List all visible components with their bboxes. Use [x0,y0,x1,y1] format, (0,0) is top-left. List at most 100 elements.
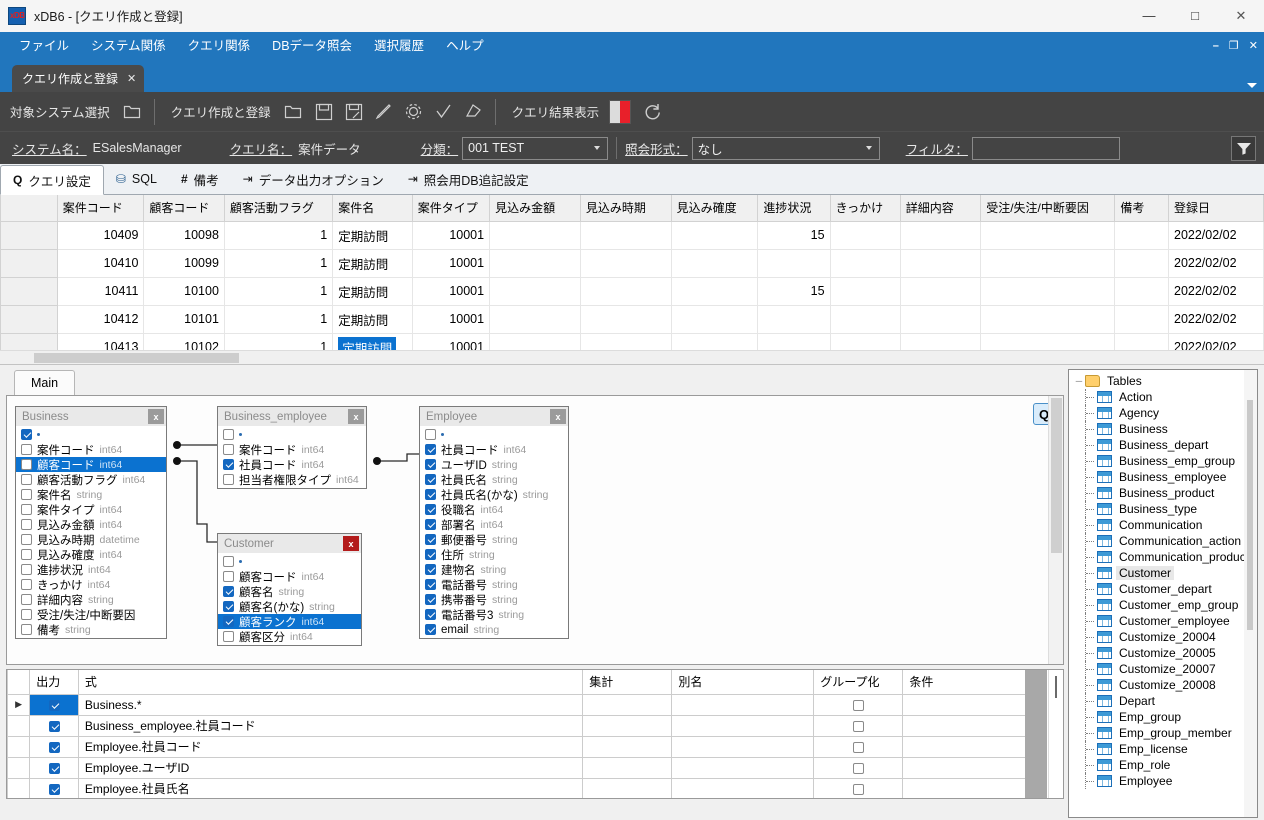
table-cell[interactable] [829,248,901,278]
field-checkbox[interactable] [223,586,234,597]
table-cell[interactable]: 1 [223,276,334,306]
diagram-field-row[interactable]: email string [420,622,568,637]
field-checkbox[interactable] [21,564,32,575]
condition-cell[interactable] [902,693,1033,716]
menu-file[interactable]: ファイル [8,32,80,60]
row-selector[interactable] [0,220,58,250]
expression-cell[interactable]: Business.* [77,693,584,716]
table-cell[interactable]: 10100 [143,276,225,306]
tab-notes[interactable]: # 備考 [169,164,231,194]
output-checkbox-cell[interactable] [29,756,79,779]
tree-vertical-scrollbar[interactable] [1244,370,1257,817]
menu-history[interactable]: 選択履歴 [363,32,435,60]
group-checkbox-cell[interactable] [813,777,904,798]
field-checkbox[interactable] [223,474,234,485]
row-marker[interactable]: ▶ [7,693,31,716]
condition-cell[interactable] [902,756,1033,779]
tree-item-customize_20005[interactable]: Customize_20005 [1073,645,1257,661]
filter-icon[interactable] [1231,135,1256,161]
tree-item-business_type[interactable]: Business_type [1073,501,1257,517]
diagram-field-row[interactable]: 見込み金額 int64 [16,517,166,532]
field-checkbox[interactable] [21,504,32,515]
tree-item-customer_emp_group[interactable]: Customer_emp_group [1073,597,1257,613]
tree-item-emp_group[interactable]: Emp_group [1073,709,1257,725]
diagram-tab-main[interactable]: Main [14,370,76,395]
toolbar-query-create-label[interactable]: クエリ作成と登録 [161,102,279,121]
category-select[interactable]: 001 TEST [462,136,609,160]
diagram-field-row[interactable]: 案件コード int64 [16,442,166,457]
system-name-label[interactable]: システム名： [12,139,87,158]
output-checkbox[interactable] [48,699,60,711]
field-checkbox[interactable] [223,444,234,455]
table-cell[interactable] [1114,248,1169,278]
table-cell[interactable] [489,248,581,278]
table-cell[interactable]: 2022/02/02 [1168,276,1264,306]
field-checkbox[interactable] [21,534,32,545]
diagram-field-row[interactable]: 社員コード int64 [420,442,568,457]
field-checkbox[interactable] [223,429,234,440]
diagram-field-row[interactable]: 顧客名 string [218,584,361,599]
mdi-close-button[interactable]: ✕ [1249,40,1258,52]
check-icon[interactable] [429,97,459,127]
column-header[interactable]: グループ化 [813,670,904,695]
table-cell[interactable] [899,276,982,306]
column-header[interactable]: 案件名 [332,195,413,222]
chevron-down-icon[interactable] [1247,83,1257,88]
tree-item-communication_product[interactable]: Communication_product [1073,549,1257,565]
window-close-button[interactable]: ✕ [1218,0,1264,32]
field-checkbox[interactable] [425,609,436,620]
column-header[interactable]: 進捗状況 [757,195,831,222]
open-folder-icon[interactable] [118,97,148,127]
diagram-vertical-scrollbar[interactable] [1048,396,1063,664]
document-tab-query-create[interactable]: クエリ作成と登録 ✕ [12,65,145,92]
tab-data-output-options[interactable]: ⇥ データ出力オプション [231,164,396,194]
column-header[interactable]: 式 [77,670,584,695]
filter-input[interactable] [971,136,1120,160]
alias-cell[interactable] [671,777,815,798]
column-header[interactable]: 登録日 [1168,195,1264,222]
table-cell[interactable] [899,248,982,278]
condition-cell[interactable] [902,714,1033,737]
output-checkbox[interactable] [48,741,60,753]
diagram-field-row[interactable]: 電話番号3 string [420,607,568,622]
table-cell[interactable] [579,248,672,278]
diagram-field-row[interactable]: 顧客ランク int64 [218,614,361,629]
group-checkbox[interactable] [852,783,864,795]
table-cell[interactable] [757,248,831,278]
diagram-field-row[interactable]: 携帯番号 string [420,592,568,607]
tree-root-node[interactable]: ─ Tables [1073,373,1257,389]
toolbar-target-system-label[interactable]: 対象システム選択 [0,102,118,121]
group-checkbox[interactable] [852,720,864,732]
tree-item-communication_action[interactable]: Communication_action [1073,533,1257,549]
field-checkbox[interactable] [21,459,32,470]
table-cell[interactable]: 10410 [56,248,145,278]
output-checkbox-cell[interactable] [29,693,79,716]
alias-cell[interactable] [671,693,815,716]
diagram-field-row[interactable]: 顧客区分 int64 [218,629,361,644]
table-cell[interactable] [899,304,982,334]
scrollbar-thumb[interactable] [1051,398,1062,553]
menu-query[interactable]: クエリ関係 [177,32,262,60]
diagram-field-row[interactable]: 案件名 string [16,487,166,502]
tree-item-emp_role[interactable]: Emp_role [1073,757,1257,773]
tree-item-communication[interactable]: Communication [1073,517,1257,533]
group-checkbox-cell[interactable] [813,714,904,737]
scrollbar-thumb[interactable] [1247,400,1253,630]
diagram-field-row[interactable]: 顧客コード int64 [16,457,166,472]
table-cell[interactable] [980,248,1116,278]
scrollbar-thumb[interactable] [34,353,239,363]
eraser-icon[interactable] [459,97,489,127]
table-row[interactable]: 10409 10098 1 定期訪問 10001 15 2022/02/02 [0,220,1264,250]
diagram-field-row[interactable] [420,427,568,442]
column-header[interactable]: 別名 [671,670,815,695]
expression-cell[interactable]: Employee.ユーザID [77,756,584,779]
aggregate-cell[interactable] [582,735,673,758]
open-folder-icon[interactable] [279,97,309,127]
field-checkbox[interactable] [425,594,436,605]
column-header[interactable]: 出力 [29,670,79,695]
group-checkbox[interactable] [852,762,864,774]
column-header[interactable]: 集計 [582,670,673,695]
column-header[interactable]: 案件タイプ [411,195,491,222]
diagram-table-header[interactable]: Business x [16,407,166,426]
relation-diagram-canvas[interactable]: Business x 案件コード int64 顧客コード int64 顧客活動フラグ int6… [6,395,1064,665]
